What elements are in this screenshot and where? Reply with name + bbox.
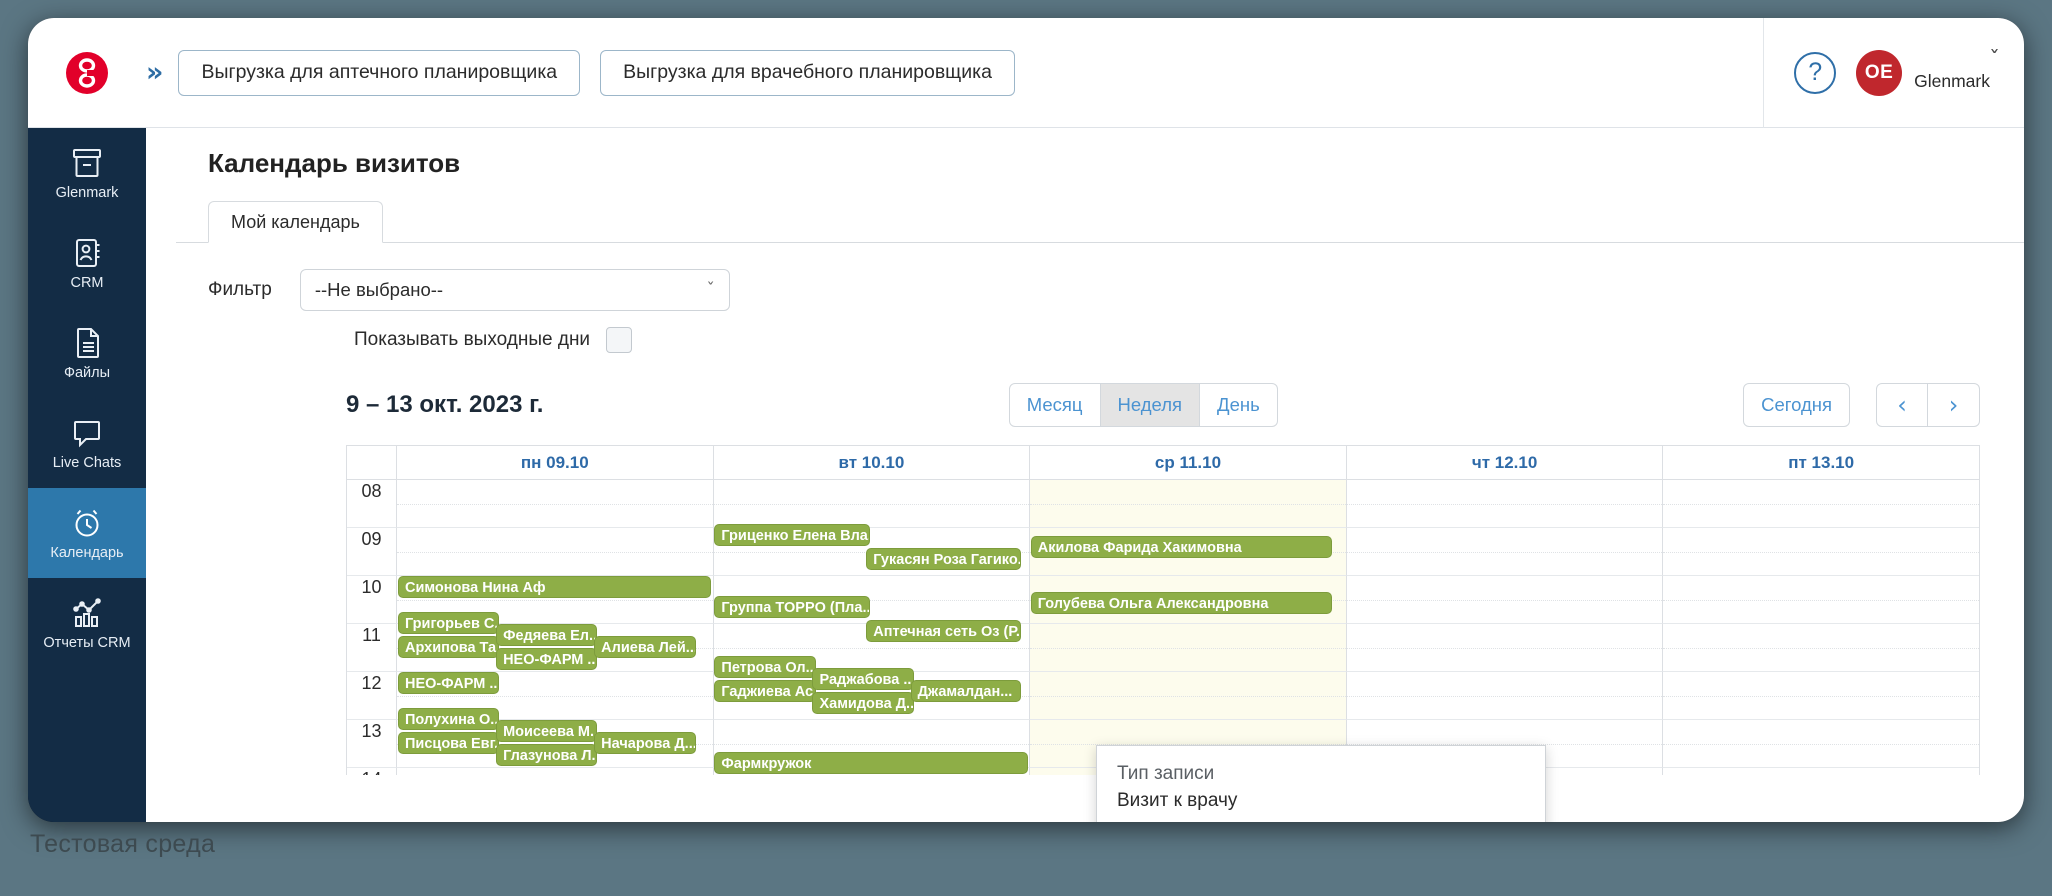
calendar-nav-group: ‹ › — [1876, 383, 1980, 427]
calendar-event[interactable]: Акилова Фарида Хакимовна — [1031, 536, 1332, 558]
view-switcher: Месяц Неделя День — [1009, 383, 1278, 427]
calendar-event[interactable]: Григорьев С... — [398, 612, 499, 634]
filter-select[interactable]: --Не выбрано-- ˇ — [300, 269, 730, 311]
calendar-event[interactable]: Полухина О... — [398, 708, 499, 730]
calendar-event[interactable]: Симонова Нина Аф — [398, 576, 711, 598]
calendar-event[interactable]: Глазунова Л... — [496, 744, 597, 766]
calendar-event[interactable]: Голубева Ольга Александровна — [1031, 592, 1332, 614]
calendar-day-header-row: пн 09.10вт 10.10ср 11.10чт 12.10пт 13.10 — [347, 446, 1979, 480]
calendar-event[interactable]: Раджабова ... — [812, 668, 913, 690]
alarm-clock-icon — [69, 506, 105, 540]
tooltip-row: Тип записи Визит к врачу — [1117, 760, 1525, 814]
sidebar-item-calendar[interactable]: Календарь — [28, 488, 146, 578]
calendar-event-layer: Симонова Нина Аф Григорьев С...Архипова Т… — [347, 480, 1979, 775]
help-icon[interactable]: ? — [1794, 52, 1836, 94]
view-button-week[interactable]: Неделя — [1101, 383, 1201, 427]
avatar: OE — [1856, 50, 1902, 96]
sidebar-item-label: Отчеты CRM — [43, 636, 130, 651]
next-week-button[interactable]: › — [1928, 383, 1980, 427]
show-weekends-row: Показывать выходные дни — [354, 327, 2024, 353]
calendar-day-header: чт 12.10 — [1347, 446, 1664, 479]
page-title: Календарь визитов — [146, 128, 2024, 179]
calendar-event[interactable]: Гриценко Елена Вла... — [714, 524, 869, 546]
sidebar-item-crm[interactable]: CRM — [28, 218, 146, 308]
sidebar-item-label: Календарь — [50, 546, 123, 561]
contact-card-icon — [69, 236, 105, 270]
sidebar-item-live-chats[interactable]: Live Chats — [28, 398, 146, 488]
calendar-event[interactable]: Моисеева М... — [496, 720, 597, 742]
sidebar-item-label: Live Chats — [53, 456, 122, 471]
filter-select-value: --Не выбрано-- — [315, 279, 443, 301]
calendar-event[interactable]: Федяева Ел... — [496, 624, 597, 646]
logo-container — [28, 18, 146, 128]
event-details-tooltip: Тип записи Визит к врачу Организация Пол… — [1096, 745, 1546, 822]
calendar-date-range: 9 – 13 окт. 2023 г. — [346, 391, 543, 419]
tooltip-key: Тип записи — [1117, 760, 1525, 787]
sidebar-item-glenmark[interactable]: Glenmark — [28, 128, 146, 218]
calendar-event[interactable]: Алиева Лей... — [594, 636, 695, 658]
left-sidebar: Glenmark CRM — [28, 128, 146, 822]
calendar-toolbar: 9 – 13 окт. 2023 г. Месяц Неделя День Се… — [146, 381, 2024, 429]
sidebar-item-label: Glenmark — [56, 186, 119, 201]
bar-chart-icon — [69, 596, 105, 630]
view-button-day[interactable]: День — [1200, 383, 1278, 427]
calendar-day-header: ср 11.10 — [1030, 446, 1347, 479]
calendar-grid: пн 09.10вт 10.10ср 11.10чт 12.10пт 13.10… — [346, 445, 1980, 775]
header-gutter-cell — [347, 446, 397, 479]
main-content: Календарь визитов Мой календарь Фильтр -… — [146, 128, 2024, 822]
export-pharmacy-planner-button[interactable]: Выгрузка для аптечного планировщика — [178, 50, 580, 96]
show-weekends-label: Показывать выходные дни — [354, 329, 590, 351]
calendar-event[interactable]: Группа TOPPO (Пла... — [714, 596, 869, 618]
box-icon — [69, 146, 105, 180]
calendar-event[interactable]: Джамалдан... — [911, 680, 1022, 702]
tab-my-calendar[interactable]: Мой календарь — [208, 201, 383, 243]
calendar-event[interactable]: Аптечная сеть Оз (Р... — [866, 620, 1021, 642]
calendar-day-header: вт 10.10 — [714, 446, 1031, 479]
user-name-label: Glenmark — [1914, 71, 1990, 96]
calendar-event[interactable]: Писцова Евг... — [398, 732, 499, 754]
calendar-event[interactable]: НЕО-ФАРМ ... — [398, 672, 499, 694]
today-button[interactable]: Сегодня — [1743, 383, 1850, 427]
filter-label: Фильтр — [208, 279, 272, 301]
calendar-day-header: пн 09.10 — [397, 446, 714, 479]
previous-week-button[interactable]: ‹ — [1876, 383, 1928, 427]
chat-bubble-icon — [69, 416, 105, 450]
top-app-bar: » Выгрузка для аптечного планировщика Вы… — [28, 18, 2024, 128]
top-bar-right-cluster: ? OE Glenmark — [1763, 18, 2024, 128]
sidebar-item-files[interactable]: Файлы — [28, 308, 146, 398]
calendar-event[interactable]: Петрова Ол... — [714, 656, 815, 678]
tooltip-value: Визит к врачу — [1117, 787, 1525, 814]
app-window: » Выгрузка для аптечного планировщика Вы… — [28, 18, 2024, 822]
calendar-event[interactable]: НЕО-ФАРМ ... — [496, 648, 597, 670]
tab-bar: Мой календарь — [176, 201, 2024, 243]
screen: » Выгрузка для аптечного планировщика Вы… — [0, 0, 2052, 896]
calendar-event[interactable]: Гукасян Роза Гагико... — [866, 548, 1021, 570]
calendar-event[interactable]: Хамидова Д... — [812, 692, 913, 714]
chevron-down-icon[interactable]: ˇ — [1989, 48, 2000, 73]
sidebar-expand-icon[interactable]: » — [146, 59, 160, 86]
calendar-body: 08091011121314 Симонова Нина АфГригорьев… — [347, 480, 1979, 775]
calendar-event[interactable]: Начарова Д... — [594, 732, 695, 754]
calendar-day-header: пт 13.10 — [1663, 446, 1979, 479]
user-menu[interactable]: OE Glenmark — [1856, 50, 1990, 96]
sidebar-item-label: Файлы — [64, 366, 110, 381]
chevron-down-icon: ˇ — [706, 280, 715, 300]
sidebar-item-label: CRM — [70, 276, 103, 291]
sidebar-item-crm-reports[interactable]: Отчеты CRM — [28, 578, 146, 668]
document-icon — [69, 326, 105, 360]
export-doctor-planner-button[interactable]: Выгрузка для врачебного планировщика — [600, 50, 1015, 96]
environment-label: Тестовая среда — [30, 830, 215, 859]
calendar-event[interactable]: Гаджиева Ас... — [714, 680, 815, 702]
show-weekends-checkbox[interactable] — [606, 327, 632, 353]
company-logo-icon — [61, 47, 113, 99]
filter-row: Фильтр --Не выбрано-- ˇ — [208, 269, 2024, 311]
calendar-event[interactable]: Архипова Та... — [398, 636, 499, 658]
view-button-month[interactable]: Месяц — [1009, 383, 1101, 427]
calendar-event[interactable]: Фармкружок — [714, 752, 1027, 774]
